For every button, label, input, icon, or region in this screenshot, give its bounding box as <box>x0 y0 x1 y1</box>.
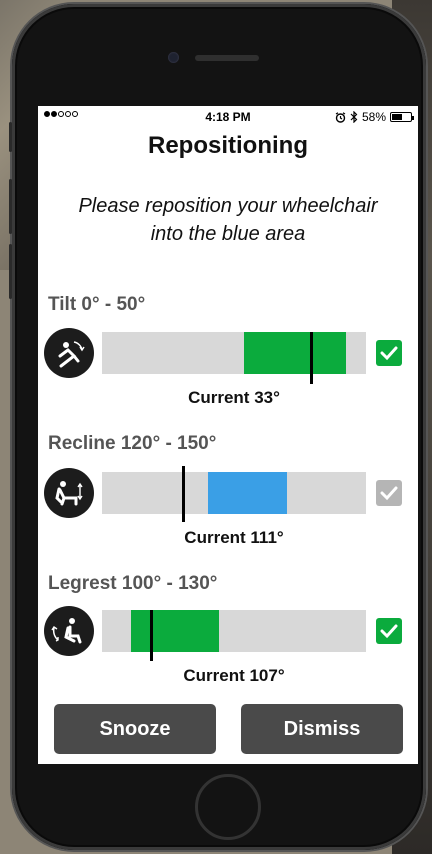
status-right: 58% <box>335 110 414 124</box>
tilt-chair-icon <box>44 328 94 378</box>
instruction-line-2: into the blue area <box>150 223 306 245</box>
battery-icon <box>390 112 414 122</box>
legrest-label: Legrest 100° - 130° <box>48 573 218 594</box>
dismiss-button[interactable]: Dismiss <box>241 704 403 754</box>
status-bar: 4:18 PM 58% <box>38 106 418 128</box>
legrest-acceptable-zone <box>131 610 220 652</box>
recline-status-checkbox[interactable] <box>376 480 402 506</box>
battery-percent: 58% <box>361 110 386 124</box>
tilt-range-bar <box>102 332 366 384</box>
recline-current-marker <box>182 466 186 522</box>
legrest-status-checkbox[interactable] <box>376 618 402 644</box>
instruction-line-1: Please reposition your wheelchair <box>78 195 378 217</box>
bluetooth-icon <box>350 111 358 123</box>
earpiece-speaker <box>195 55 259 61</box>
tilt-current-value: Current 33° <box>188 388 280 407</box>
recline-target-zone <box>207 472 287 514</box>
tilt-status-checkbox[interactable] <box>376 340 402 366</box>
app-screen: 4:18 PM 58% Repositioning Please reposit… <box>38 106 418 764</box>
legrest-current-value: Current 107° <box>183 666 285 685</box>
volume-up-button <box>9 179 12 234</box>
recline-range-bar <box>102 466 366 522</box>
recline-label: Recline 120° - 150° <box>48 433 217 454</box>
tilt-label: Tilt 0° - 50° <box>48 294 146 315</box>
snooze-button[interactable]: Snooze <box>54 704 216 754</box>
tilt-acceptable-zone <box>244 332 346 374</box>
mute-switch <box>9 122 12 152</box>
legrest-current-marker <box>150 610 154 661</box>
volume-down-button <box>9 244 12 299</box>
recline-chair-icon <box>44 468 94 518</box>
recline-current-value: Current 111° <box>184 528 284 547</box>
instruction-text: Please reposition your wheelchair into t… <box>48 192 408 248</box>
phone-frame: 4:18 PM 58% Repositioning Please reposit… <box>9 4 426 850</box>
alarm-icon <box>335 111 346 123</box>
home-button[interactable] <box>195 774 261 840</box>
legrest-chair-icon <box>44 606 94 656</box>
front-camera <box>168 52 179 63</box>
legrest-range-bar <box>102 610 366 661</box>
tilt-current-marker <box>309 332 313 384</box>
page-title: Repositioning <box>148 132 308 159</box>
